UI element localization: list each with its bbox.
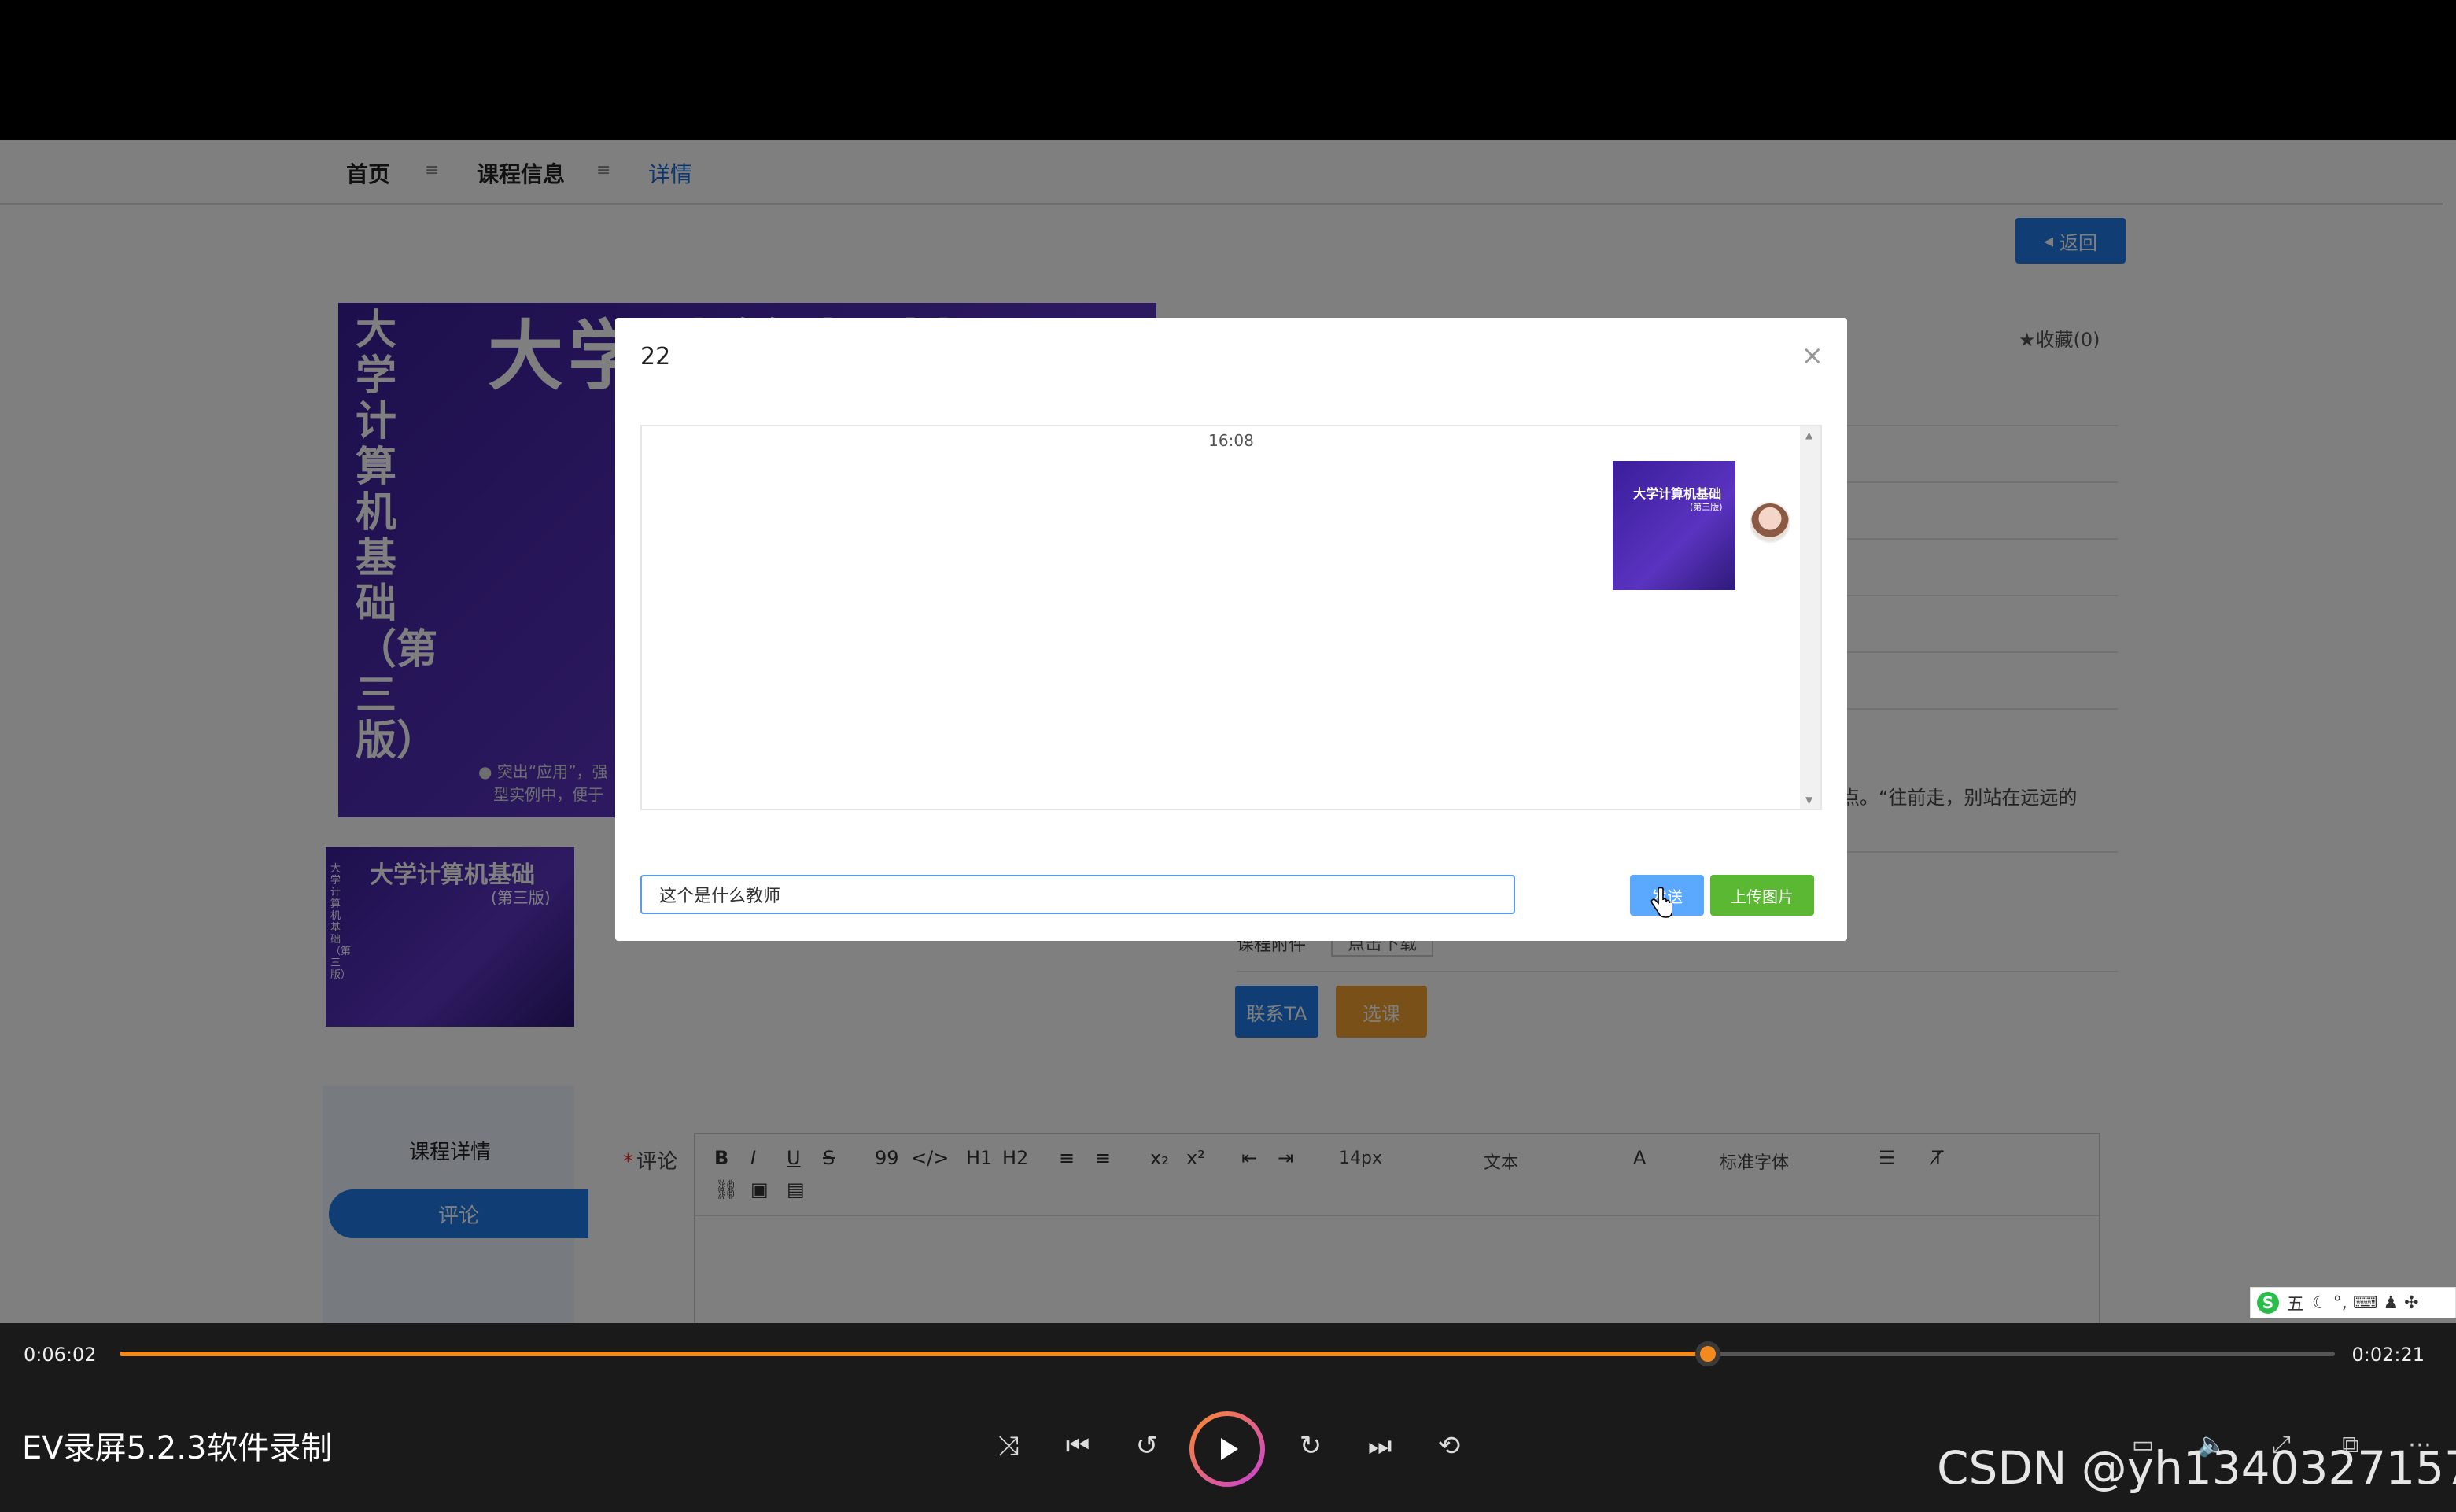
chat-dialog: 22 × 16:08 大学计算机基础 (第三版) ▲ ▼ 这个是什么教师 发送 … (615, 318, 1847, 941)
upload-image-button[interactable]: 上传图片 (1710, 875, 1814, 916)
message-timestamp: 16:08 (1208, 431, 1254, 450)
dialog-title: 22 (640, 343, 671, 371)
seek-thumb[interactable] (1695, 1341, 1721, 1366)
play-icon (1221, 1438, 1238, 1460)
scroll-up-icon[interactable]: ▲ (1805, 430, 1812, 441)
shuffle-icon[interactable]: ⤨ (990, 1427, 1027, 1465)
forward-30-icon[interactable]: ↻ (1292, 1427, 1329, 1465)
hand-cursor-icon (1650, 887, 1672, 918)
chat-history[interactable]: 16:08 大学计算机基础 (第三版) ▲ ▼ (640, 425, 1822, 810)
rewind-10-icon[interactable]: ↺ (1128, 1427, 1166, 1465)
screen: 首页 ≡ 课程信息 ≡ 详情 ◂ 返回 ★收藏(0) 大学计算机基础（第三版） … (0, 0, 2456, 1512)
close-icon[interactable]: × (1801, 340, 1824, 371)
avatar (1750, 502, 1790, 543)
sogou-icon[interactable]: S (2257, 1292, 2279, 1314)
ime-toolbar[interactable]: S 五 ☾ °, ⌨ ♟ ✣ (2250, 1287, 2456, 1318)
total-time: 0:02:21 (2351, 1344, 2425, 1366)
ime-tool-icons[interactable]: ☾ °, ⌨ ♟ ✣ (2312, 1293, 2419, 1313)
video-player-bar: 0:06:02 0:02:21 EV录屏5.2.3软件录制 ⤨ ⏮ ↺ ↻ ⏭ … (0, 1323, 2456, 1512)
chat-image-edition: (第三版) (1690, 502, 1723, 512)
chat-scrollbar[interactable]: ▲ ▼ (1800, 426, 1820, 809)
ime-mode[interactable]: 五 (2287, 1290, 2304, 1315)
message-input[interactable]: 这个是什么教师 (640, 875, 1515, 914)
scroll-down-icon[interactable]: ▼ (1805, 795, 1812, 806)
video-title: EV录屏5.2.3软件录制 (22, 1430, 333, 1466)
play-button[interactable] (1189, 1411, 1265, 1487)
seek-bar[interactable] (120, 1341, 2335, 1366)
current-time: 0:06:02 (24, 1344, 97, 1366)
seek-bar-progress (120, 1352, 1709, 1356)
watermark: CSDN @yh1340327157 (1937, 1441, 2456, 1495)
chat-image-title: 大学计算机基础 (1633, 486, 1722, 501)
previous-icon[interactable]: ⏮ (1059, 1427, 1097, 1465)
next-icon[interactable]: ⏭ (1361, 1427, 1399, 1465)
chat-message-image[interactable]: 大学计算机基础 (第三版) (1613, 461, 1735, 590)
repeat-icon[interactable]: ⟲ (1430, 1427, 1468, 1465)
